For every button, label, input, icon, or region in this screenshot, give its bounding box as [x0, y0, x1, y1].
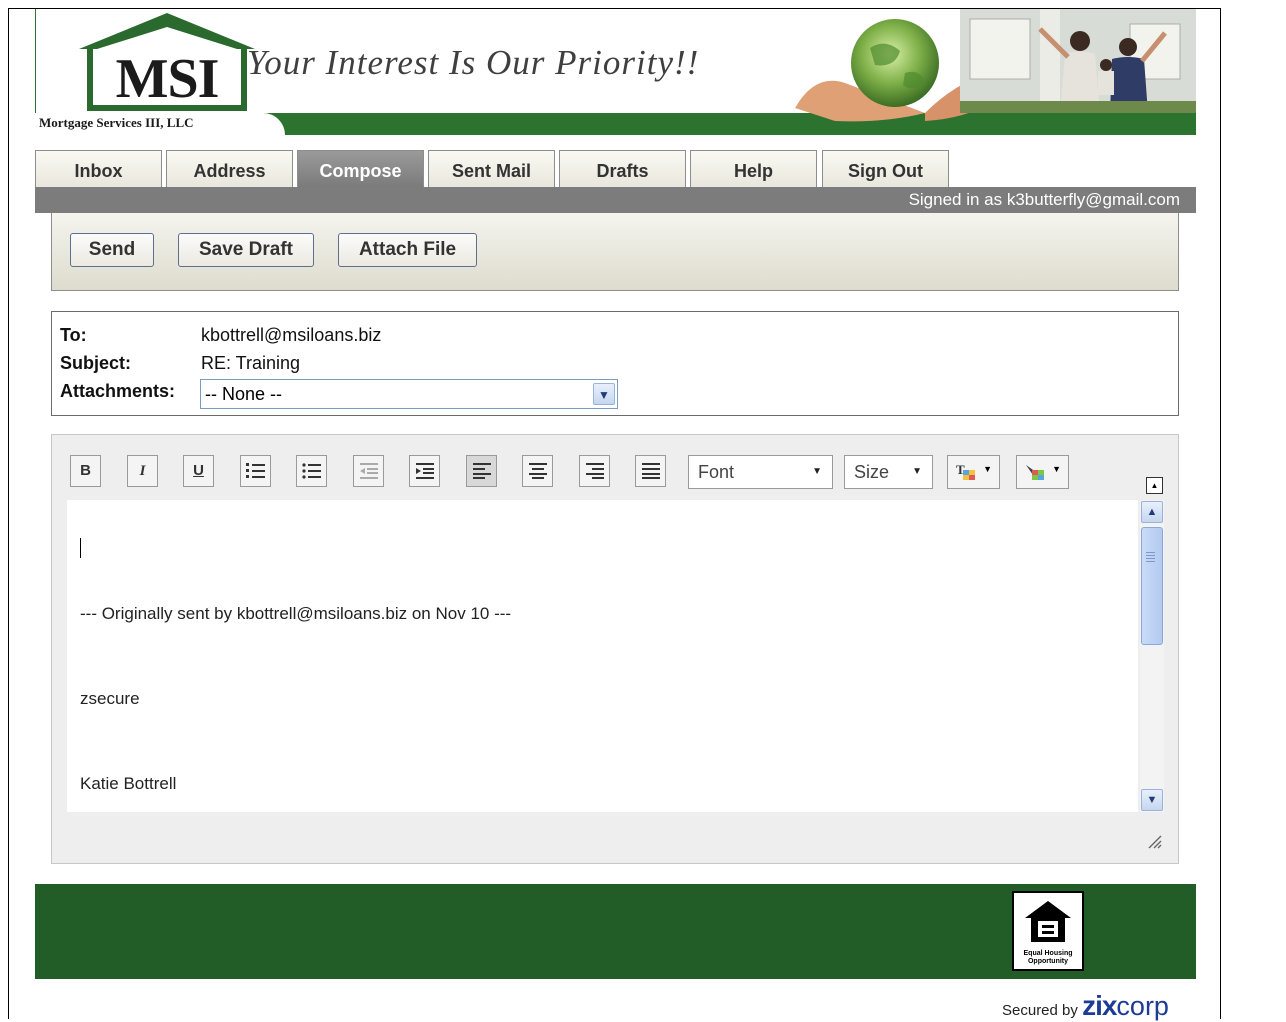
company-name: Mortgage Services III, LLC — [39, 115, 194, 130]
resize-handle-icon[interactable] — [1146, 833, 1162, 849]
scroll-grip-icon — [1146, 552, 1155, 562]
family-photo — [960, 9, 1196, 113]
size-dropdown-label: Size — [854, 462, 890, 482]
caret-down-icon: ▼ — [983, 464, 992, 474]
caret-down-icon: ▼ — [812, 466, 822, 477]
action-toolbar: Send Save Draft Attach File — [51, 213, 1179, 291]
font-dropdown[interactable]: Font ▼ — [688, 455, 833, 489]
scroll-up-icon[interactable]: ▲ — [1141, 501, 1163, 523]
subject-label: Subject: — [60, 353, 132, 373]
rich-text-editor: B I U Font ▼ Size ▼ T ▼ ▼ ▲ --- Original… — [51, 434, 1179, 864]
underline-icon[interactable]: U — [183, 455, 214, 487]
attachments-label: Attachments: — [60, 381, 176, 401]
tab-drafts[interactable]: Drafts — [559, 150, 686, 187]
tab-sent-mail[interactable]: Sent Mail — [428, 150, 555, 187]
align-center-icon[interactable] — [522, 455, 553, 487]
original-sent-note: --- Originally sent by kbottrell@msiloan… — [80, 604, 512, 623]
indent-icon[interactable] — [409, 455, 440, 487]
equal-housing-text: Equal Housing Opportunity — [1023, 950, 1073, 965]
page-border-right — [1220, 8, 1221, 1019]
secured-by-label: Secured by — [1002, 1002, 1078, 1019]
attachments-select[interactable]: -- None -- ▼ — [200, 379, 618, 409]
caret-down-icon: ▼ — [912, 466, 922, 477]
align-left-icon[interactable] — [466, 455, 497, 487]
text-color-button[interactable]: T ▼ — [947, 455, 1000, 489]
font-dropdown-label: Font — [698, 462, 735, 482]
page-border-left — [8, 8, 9, 1019]
text-cursor — [80, 538, 81, 558]
message-headers: To: kbottrell@msiloans.biz Subject: RE: … — [51, 311, 1179, 416]
zix-logo: zix — [1082, 990, 1117, 1021]
footer: Equal Housing Opportunity — [35, 884, 1196, 979]
bold-icon[interactable]: B — [70, 455, 101, 487]
to-label: To: — [60, 325, 87, 345]
attachments-selected-value: -- None -- — [205, 384, 283, 404]
logo-text: MSI — [115, 48, 220, 110]
highlight-color-icon — [1026, 465, 1044, 480]
tab-sign-out[interactable]: Sign Out — [822, 150, 949, 187]
size-dropdown[interactable]: Size ▼ — [844, 455, 933, 489]
align-right-icon[interactable] — [579, 455, 610, 487]
equal-housing-logo: Equal Housing Opportunity — [1012, 891, 1084, 971]
tab-address[interactable]: Address — [166, 150, 293, 187]
scroll-thumb[interactable] — [1141, 527, 1163, 645]
highlight-color-button[interactable]: ▼ — [1016, 455, 1069, 489]
text-color-icon: T — [956, 462, 975, 480]
body-line: Katie Bottrell — [80, 774, 177, 793]
tab-help[interactable]: Help — [690, 150, 817, 187]
justify-icon[interactable] — [635, 455, 666, 487]
equal-housing-icon — [1025, 901, 1071, 942]
tab-inbox[interactable]: Inbox — [35, 150, 162, 187]
subject-value: RE: Training — [201, 353, 301, 373]
corp-logo: corp — [1116, 991, 1169, 1021]
editor-scrollbar[interactable]: ▲ ▼ — [1140, 500, 1164, 812]
unordered-list-icon[interactable] — [296, 455, 327, 487]
attach-file-button[interactable]: Attach File — [338, 233, 477, 267]
banner: MSI Mortgage Services III, LLC Your Inte… — [35, 9, 1196, 135]
send-button[interactable]: Send — [70, 233, 154, 267]
outdent-icon[interactable] — [353, 455, 384, 487]
save-draft-button[interactable]: Save Draft — [178, 233, 314, 267]
ordered-list-icon[interactable] — [240, 455, 271, 487]
scroll-down-icon[interactable]: ▼ — [1141, 789, 1163, 811]
message-body[interactable]: --- Originally sent by kbottrell@msiloan… — [67, 500, 1138, 812]
to-value: kbottrell@msiloans.biz — [201, 325, 382, 345]
signed-in-status: Signed in as k3butterfly@gmail.com — [35, 187, 1196, 213]
chevron-down-icon[interactable]: ▼ — [593, 383, 615, 405]
caret-down-icon: ▼ — [1052, 464, 1061, 474]
slogan: Your Interest Is Our Priority!! — [247, 43, 700, 82]
house-roof-inner — [97, 27, 237, 49]
body-line: zsecure — [80, 689, 140, 708]
italic-icon[interactable]: I — [127, 455, 158, 487]
secured-by-zixcorp: Secured by zixcorp — [1002, 990, 1169, 1022]
tab-compose[interactable]: Compose — [297, 150, 424, 187]
collapse-toolbar-icon[interactable]: ▲ — [1146, 477, 1163, 494]
